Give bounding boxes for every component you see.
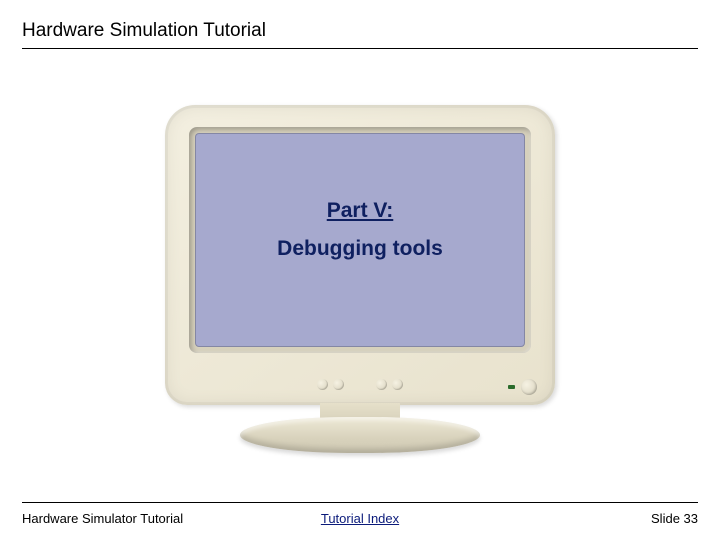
screen-subtitle: Debugging tools bbox=[277, 237, 443, 261]
footer-left-text: Hardware Simulator Tutorial bbox=[22, 511, 183, 526]
monitor-bezel: Part V: Debugging tools bbox=[165, 105, 555, 405]
power-button-icon bbox=[521, 379, 537, 395]
slide-number: Slide 33 bbox=[651, 511, 698, 526]
control-knob-icon bbox=[333, 379, 344, 390]
tutorial-index-link[interactable]: Tutorial Index bbox=[321, 511, 399, 526]
slide: Hardware Simulation Tutorial Part V: Deb… bbox=[0, 0, 720, 540]
title-area: Hardware Simulation Tutorial bbox=[22, 20, 698, 49]
monitor-controls bbox=[165, 369, 555, 399]
footer: Hardware Simulator Tutorial Tutorial Ind… bbox=[22, 502, 698, 526]
page-title: Hardware Simulation Tutorial bbox=[22, 20, 698, 42]
control-knob-icon bbox=[317, 379, 328, 390]
screen-part-label: Part V: bbox=[327, 199, 394, 223]
crt-monitor-graphic: Part V: Debugging tools bbox=[165, 105, 555, 453]
monitor-screen: Part V: Debugging tools bbox=[195, 133, 525, 347]
control-knob-icon bbox=[392, 379, 403, 390]
control-knob-icon bbox=[376, 379, 387, 390]
monitor-base bbox=[240, 417, 480, 453]
power-led-icon bbox=[508, 385, 515, 389]
